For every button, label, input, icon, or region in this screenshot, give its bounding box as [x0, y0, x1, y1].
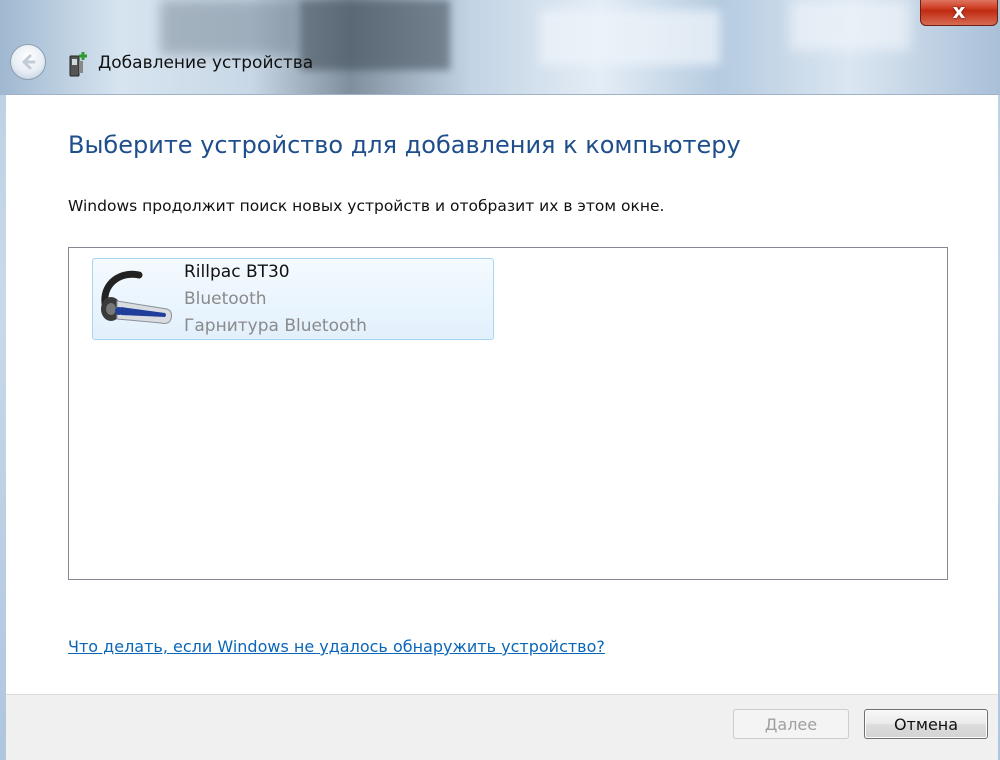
instruction-text: Windows продолжит поиск новых устройств …	[68, 197, 665, 215]
device-list[interactable]: Rillpac BT30 Bluetooth Гарнитура Bluetoo…	[68, 247, 948, 580]
device-type: Bluetooth	[184, 289, 267, 309]
close-icon: x	[952, 0, 966, 23]
back-arrow-icon	[22, 54, 36, 70]
wizard-content: Выберите устройство для добавления к ком…	[6, 94, 998, 695]
page-title: Выберите устройство для добавления к ком…	[68, 131, 741, 159]
background-blur	[790, 0, 910, 50]
window-titlebar: x Добавление устройства	[0, 0, 1000, 95]
background-blur	[540, 10, 720, 65]
add-device-icon	[69, 52, 87, 77]
background-blur	[300, 0, 450, 70]
device-category: Гарнитура Bluetooth	[184, 316, 367, 336]
device-item-rillpac-bt30[interactable]: Rillpac BT30 Bluetooth Гарнитура Bluetoo…	[92, 258, 494, 340]
bluetooth-headset-icon	[101, 270, 172, 324]
next-button[interactable]: Далее	[733, 709, 849, 739]
help-link[interactable]: Что делать, если Windows не удалось обна…	[68, 637, 605, 656]
window-title: Добавление устройства	[98, 53, 314, 73]
background-blur	[160, 0, 300, 55]
close-button[interactable]: x	[920, 0, 998, 26]
wizard-footer: Далее Отмена	[6, 694, 998, 760]
back-button[interactable]	[10, 44, 46, 80]
device-name: Rillpac BT30	[184, 262, 290, 282]
cancel-button[interactable]: Отмена	[864, 709, 988, 739]
